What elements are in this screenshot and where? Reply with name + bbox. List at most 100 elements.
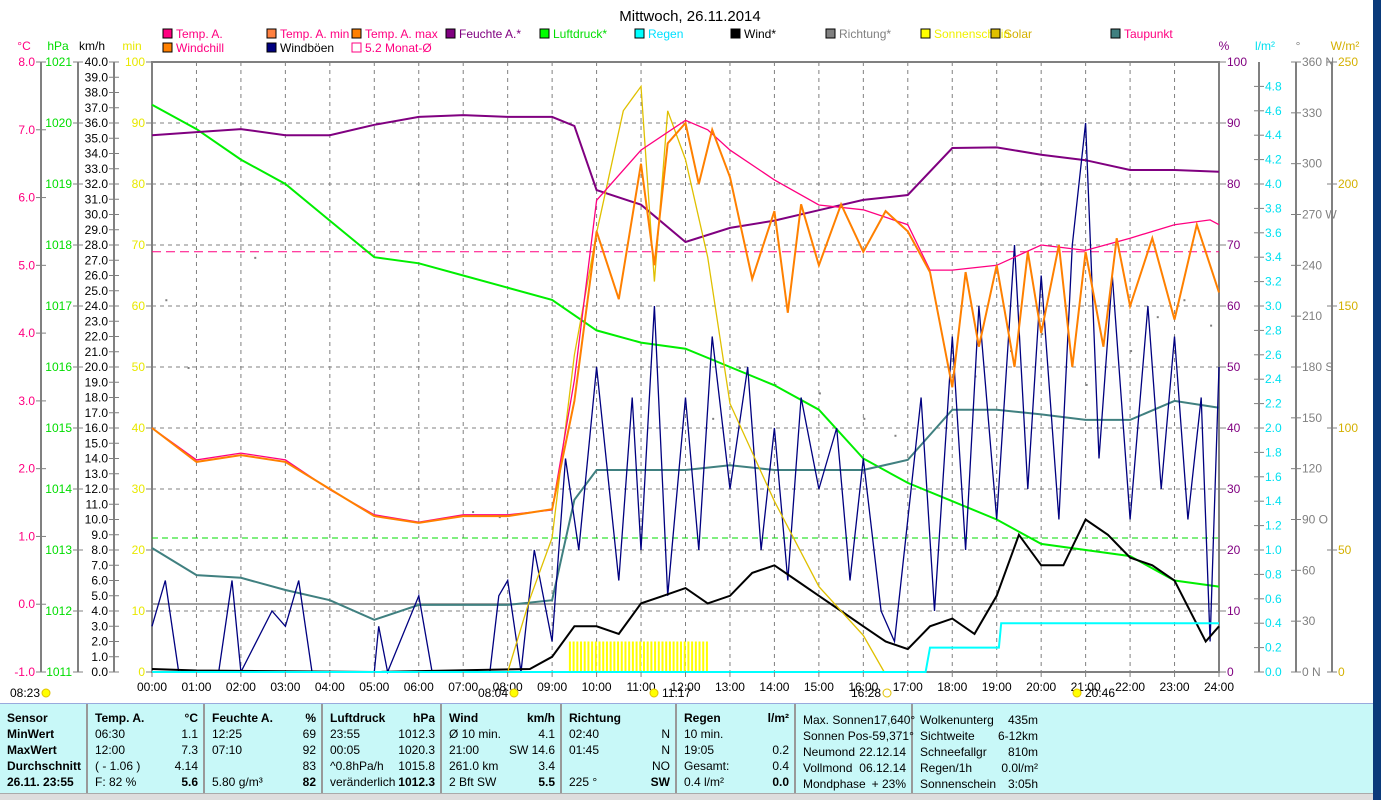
- axis-tick-label-rain: 2.4: [1265, 372, 1282, 386]
- legend-swatch: [445, 28, 456, 39]
- x-tick-label: 10:00: [582, 680, 612, 694]
- axis-tick-label-solar: 0: [1338, 665, 1345, 679]
- cell-label: F: 82 %: [95, 775, 137, 789]
- cell-label: Neumond: [803, 745, 856, 759]
- rain-header: Regen l/m²: [684, 710, 789, 726]
- cell-label: Temp. A.: [95, 711, 145, 725]
- axis-tick-label-wind: 34.0: [85, 147, 109, 161]
- time-label-sun-noon: 11:17: [662, 686, 691, 700]
- axis-tick-label-dir: 120: [1302, 462, 1322, 476]
- cell-label: Wolkenunterg: [920, 713, 994, 727]
- cell-value: 1.1: [181, 727, 198, 741]
- astro-column: Max. Sonnen 17,640° Sonnen Pos -59,371° Neum…: [796, 704, 915, 794]
- axis-tick-label-temp: 5.0: [18, 258, 35, 272]
- sunset-icon: [882, 688, 892, 698]
- misc-row: Wolkenunterg 435m: [920, 712, 1038, 728]
- press-row: veränderlich 1012.3: [330, 774, 435, 790]
- moonset-icon: [41, 688, 51, 698]
- cell-label: Schneefallgr: [920, 745, 987, 759]
- axis-tick-label-min: 100: [125, 55, 145, 69]
- x-tick-label: 24:00: [1204, 680, 1234, 694]
- temp-row: ( - 1.06 ) 4.14: [95, 758, 198, 774]
- cell-value: 435m: [1007, 713, 1038, 727]
- cell-label: 0.4 l/m²: [684, 775, 725, 789]
- axis-tick-label-wind: 3.0: [91, 619, 108, 633]
- moonrise-icon: [1072, 688, 1082, 698]
- cell-value: 810m: [1007, 745, 1038, 759]
- axis-tick-label-press: 1011: [46, 665, 72, 679]
- legend-swatch: [162, 42, 173, 53]
- axis-tick-label-press: 1015: [45, 421, 72, 435]
- axis-tick-label-rain: 0.6: [1265, 592, 1282, 606]
- x-tick-label: 00:00: [137, 680, 167, 694]
- dir-header: Richtung: [569, 710, 670, 726]
- legend-label: Wind*: [744, 27, 776, 41]
- x-tick-label: 22:00: [1115, 680, 1145, 694]
- cell-label: ( - 1.06 ): [95, 759, 141, 773]
- axis-tick-label-wind: 23.0: [85, 314, 109, 328]
- x-tick-label: 17:00: [893, 680, 923, 694]
- cell-label: 07:10: [212, 743, 243, 757]
- cell-label: 261.0 km: [449, 759, 499, 773]
- cell-label: 00:05: [330, 743, 361, 757]
- axis-tick-label-solar: 150: [1338, 299, 1358, 313]
- press-row: 23:55 1012.3: [330, 726, 435, 742]
- axis-tick-label-wind: 6.0: [91, 574, 108, 588]
- cell-label: 23:55: [330, 727, 361, 741]
- axis-tick-label-press: 1018: [45, 238, 72, 252]
- axis-tick-label-wind: 21.0: [85, 345, 109, 359]
- axis-tick-label-temp: -1.0: [14, 665, 35, 679]
- summary-panel: Sensor MinWert MaxWert Durchschnitt 26.1…: [0, 703, 1373, 794]
- x-tick-label: 09:00: [537, 680, 567, 694]
- axis-tick-label-hum: 40: [1227, 421, 1241, 435]
- misc-row: Regen/1h 0.0l/m²: [920, 760, 1038, 776]
- axis-tick-label-rain: 1.0: [1265, 543, 1282, 557]
- axis-unit-wind: km/h: [79, 39, 105, 53]
- legend-swatch: [825, 28, 836, 39]
- axis-tick-label-wind: 35.0: [85, 131, 109, 145]
- axis-tick-label-hum: 50: [1227, 360, 1241, 374]
- axis-tick-label-solar: 200: [1338, 177, 1358, 191]
- axis-tick-label-wind: 22.0: [85, 330, 109, 344]
- status-bar: [0, 793, 1373, 800]
- axes: °C8.07.06.05.04.03.02.01.00.0-1.0hPa1021…: [14, 39, 1359, 679]
- axis-tick-label-min: 30: [132, 482, 146, 496]
- axis-tick-label-wind: 9.0: [91, 528, 108, 542]
- cell-label: 19:05: [684, 743, 715, 757]
- dir-row: 225 ° SW: [569, 774, 670, 790]
- time-label-moonset: 08:23: [10, 686, 40, 700]
- max-label: MaxWert: [7, 743, 57, 757]
- legend-label: Solar: [1004, 27, 1032, 41]
- axis-tick-label-rain: 0.4: [1265, 616, 1282, 630]
- axis-tick-label-wind: 26.0: [85, 269, 109, 283]
- axis-tick-label-wind: 37.0: [85, 101, 109, 115]
- direction-point: [187, 367, 190, 369]
- cell-value: °C: [184, 711, 198, 725]
- axis-tick-label-wind: 28.0: [85, 238, 109, 252]
- axis-tick-label-wind: 8.0: [91, 543, 108, 557]
- sunrise-icon: [509, 688, 519, 698]
- axis-tick-label-temp: 0.0: [18, 597, 35, 611]
- cell-value: 4.14: [174, 759, 198, 773]
- cell-label: Richtung: [569, 711, 621, 725]
- temp-row: F: 82 % 5.6: [95, 774, 198, 790]
- direction-point: [165, 299, 168, 302]
- x-tick-label: 13:00: [715, 680, 745, 694]
- cell-label: 225 °: [569, 775, 598, 789]
- axis-tick-label-rain: 1.6: [1265, 470, 1282, 484]
- cell-label: Max. Sonnen: [803, 713, 874, 727]
- cell-label: Sonnen Pos: [803, 729, 869, 743]
- axis-tick-label-min: 10: [132, 604, 146, 618]
- axis-tick-label-rain: 2.8: [1265, 323, 1282, 337]
- cell-value: 3.4: [538, 759, 555, 773]
- axis-tick-label-wind: 40.0: [85, 55, 109, 69]
- axis-tick-label-hum: 100: [1227, 55, 1247, 69]
- cell-label: Ø 10 min.: [449, 727, 502, 741]
- temp-column: Temp. A. °C 06:30 1.1 12:00 7.3 ( - 1.06 ) 4.14…: [88, 704, 205, 794]
- axis-tick-label-wind: 2.0: [91, 635, 108, 649]
- axis-tick-label-temp: 6.0: [18, 191, 35, 205]
- cell-value: 7.3: [181, 743, 198, 757]
- axis-tick-label-rain: 1.2: [1265, 519, 1282, 533]
- axis-tick-label-rain: 3.2: [1265, 275, 1282, 289]
- rain-column: Regen l/m² 10 min. 19:05 0.2 Gesamt: 0.4 0.4 l/…: [677, 704, 796, 794]
